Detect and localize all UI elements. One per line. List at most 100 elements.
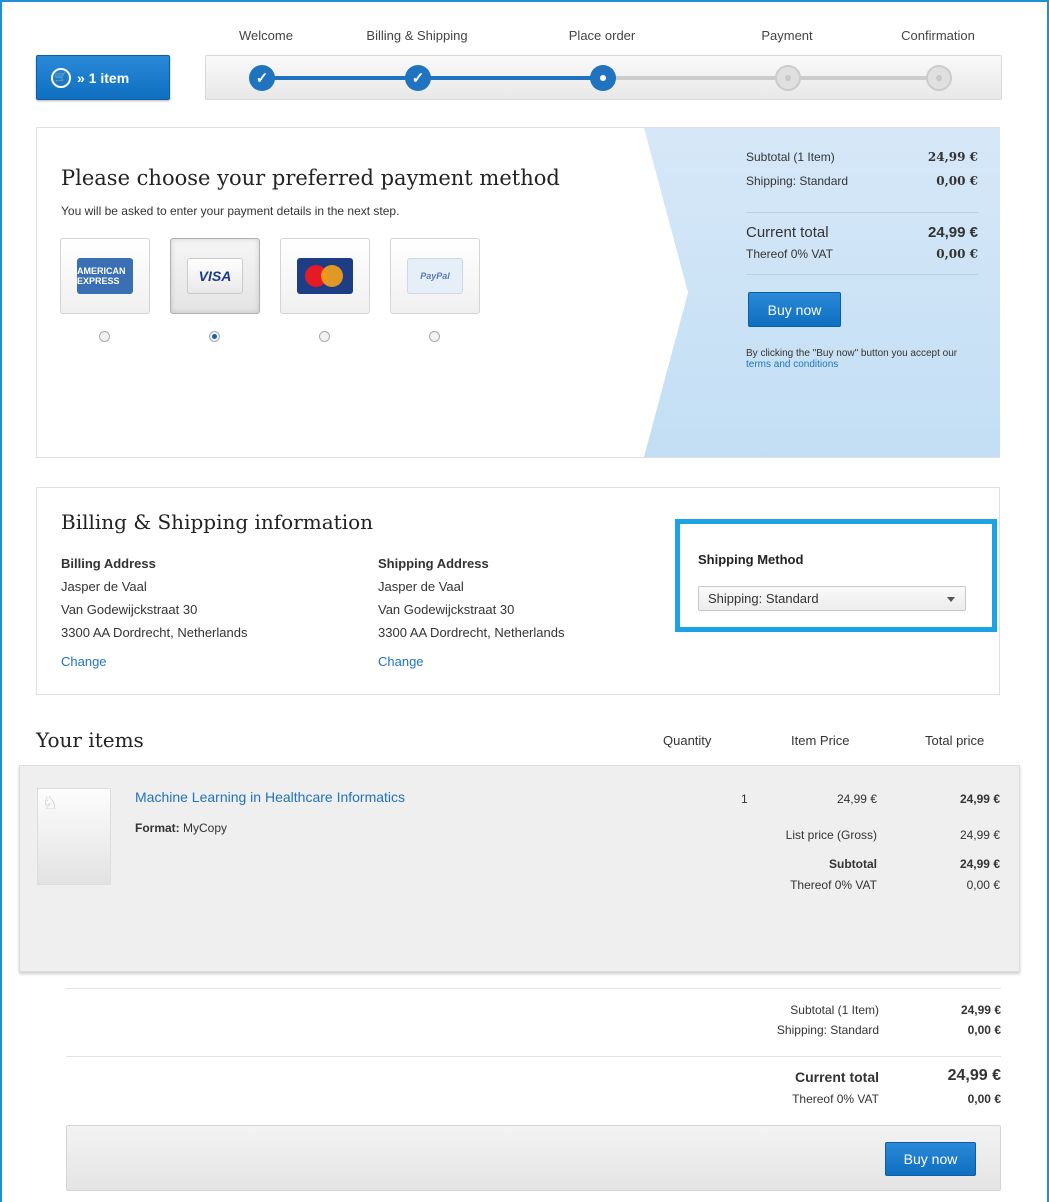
billing-city: 3300 AA Dordrecht, Netherlands <box>61 625 248 640</box>
bottom-action-bar: Buy now <box>66 1125 1001 1191</box>
billing-change-link[interactable]: Change <box>61 650 247 673</box>
summary-divider <box>746 212 978 213</box>
mastercard-logo <box>297 258 353 294</box>
summary-shipping-row: Shipping: Standard 0,00 € <box>746 174 978 188</box>
cart-button[interactable]: 🛒 » 1 item <box>36 55 170 100</box>
payment-subtitle: You will be asked to enter your payment … <box>61 204 400 218</box>
summary-subtotal-value: 24,99 € <box>927 150 978 164</box>
col-header-quantity: Quantity <box>663 733 712 748</box>
shipping-name: Jasper de Vaal <box>378 579 464 594</box>
paypal-logo: PayPal <box>407 258 463 294</box>
shipping-address-heading: Shipping Address <box>378 556 489 571</box>
summary-vat-value: 0,00 € <box>936 247 978 261</box>
order-summary: Subtotal (1 Item) 24,99 € Shipping: Stan… <box>644 128 1000 457</box>
step-node-payment <box>775 65 801 91</box>
item-vat-value: 0,00 € <box>966 878 1000 892</box>
shipping-method-label: Shipping Method <box>698 552 804 567</box>
col-header-total-price: Total price <box>925 733 985 748</box>
item-row: ♘ Machine Learning in Healthcare Informa… <box>19 765 1020 972</box>
shipping-change-link[interactable]: Change <box>378 650 564 673</box>
book-placeholder-icon: ♘ <box>42 793 59 813</box>
shipping-method-select[interactable]: Shipping: Standard <box>698 586 966 611</box>
billing-shipping-panel: Billing & Shipping information Billing A… <box>36 487 1000 695</box>
totals-divider-top <box>66 988 1001 989</box>
billing-title: Billing & Shipping information <box>61 510 374 534</box>
amex-logo: AMERICAN EXPRESS <box>77 258 133 294</box>
checkout-steps-labels: Welcome Billing & Shipping Place order P… <box>0 28 1049 48</box>
summary-vat-row: Thereof 0% VAT 0,00 € <box>746 247 978 261</box>
items-title: Your items <box>36 728 144 752</box>
step-label-welcome: Welcome <box>239 28 293 43</box>
progress-track-remaining <box>603 76 939 80</box>
summary-subtotal-row: Subtotal (1 Item) 24,99 € <box>746 150 978 164</box>
totals-vat-label: Thereof 0% VAT <box>792 1092 879 1106</box>
item-vat-label: Thereof 0% VAT <box>790 878 877 892</box>
progress-track-done <box>262 76 603 80</box>
buy-now-button-top[interactable]: Buy now <box>748 292 841 327</box>
cart-label: » 1 item <box>77 69 130 86</box>
totals-shipping-label: Shipping: Standard <box>776 1023 879 1037</box>
step-node-welcome[interactable]: ✓ <box>249 65 275 91</box>
summary-shipping-value: 0,00 € <box>936 174 978 188</box>
cart-icon: 🛒 <box>51 67 71 88</box>
item-quantity: 1 <box>741 792 748 806</box>
chevron-down-icon <box>947 597 955 602</box>
item-format: Format: MyCopy <box>135 821 227 835</box>
checkout-progress-bar: ✓ ✓ <box>205 55 1002 100</box>
step-node-confirmation <box>926 65 952 91</box>
summary-total-value: 24,99 € <box>927 224 978 241</box>
shipping-city: 3300 AA Dordrecht, Netherlands <box>378 625 565 640</box>
shipping-method-value: Shipping: Standard <box>708 591 819 606</box>
step-label-billing-shipping: Billing & Shipping <box>366 28 468 43</box>
billing-name: Jasper de Vaal <box>61 579 147 594</box>
summary-total-label: Current total <box>746 224 829 241</box>
payment-card-paypal[interactable]: PayPal <box>390 238 480 314</box>
shipping-street: Van Godewijckstraat 30 <box>378 602 515 617</box>
billing-address: Billing Address Jasper de Vaal Van Godew… <box>61 552 247 673</box>
item-total-price: 24,99 € <box>959 792 1000 806</box>
terms-link[interactable]: terms and conditions <box>746 359 838 370</box>
step-node-billing-shipping[interactable]: ✓ <box>405 65 431 91</box>
summary-shipping-label: Shipping: Standard <box>746 174 849 188</box>
summary-vat-label: Thereof 0% VAT <box>746 247 833 261</box>
billing-street: Van Godewijckstraat 30 <box>61 602 198 617</box>
shipping-address: Shipping Address Jasper de Vaal Van Gode… <box>378 552 564 673</box>
radio-mastercard[interactable] <box>319 331 330 342</box>
totals-vat-value: 0,00 € <box>967 1092 1001 1106</box>
summary-subtotal-label: Subtotal (1 Item) <box>746 150 835 164</box>
totals-subtotal-value: 24,99 € <box>960 1003 1001 1017</box>
totals-shipping-value: 0,00 € <box>967 1023 1001 1037</box>
payment-card-mastercard[interactable] <box>280 238 370 314</box>
payment-title: Please choose your preferred payment met… <box>61 166 560 190</box>
billing-address-heading: Billing Address <box>61 556 156 571</box>
item-format-value: MyCopy <box>183 821 228 835</box>
step-label-payment: Payment <box>761 28 813 43</box>
item-subtotal-label: Subtotal <box>829 857 877 871</box>
payment-card-visa[interactable]: VISA <box>170 238 260 314</box>
payment-method-panel: Please choose your preferred payment met… <box>36 127 1000 458</box>
totals-current-value: 24,99 € <box>947 1067 1001 1084</box>
visa-logo: VISA <box>187 258 243 294</box>
item-subtotal-value: 24,99 € <box>959 857 1000 871</box>
radio-paypal[interactable] <box>429 331 440 342</box>
item-format-label: Format: <box>135 821 180 835</box>
item-thumbnail: ♘ <box>37 788 111 885</box>
step-node-place-order <box>590 65 616 91</box>
radio-visa[interactable] <box>209 331 220 342</box>
item-unit-price: 24,99 € <box>836 792 877 806</box>
summary-divider-2 <box>746 274 978 275</box>
totals-current-label: Current total <box>795 1069 879 1085</box>
item-list-price-label: List price (Gross) <box>785 828 877 842</box>
totals-subtotal-label: Subtotal (1 Item) <box>790 1003 879 1017</box>
terms-prefix: By clicking the "Buy now" button you acc… <box>746 348 958 359</box>
step-label-place-order: Place order <box>568 28 636 43</box>
totals-divider-bottom <box>66 1056 1001 1057</box>
summary-total-row: Current total 24,99 € <box>746 224 978 241</box>
shipping-method-highlight: Shipping Method Shipping: Standard <box>675 519 997 632</box>
payment-card-amex[interactable]: AMERICAN EXPRESS <box>60 238 150 314</box>
terms-text: By clicking the "Buy now" button you acc… <box>746 348 966 370</box>
item-list-price-value: 24,99 € <box>959 828 1000 842</box>
radio-amex[interactable] <box>99 331 110 342</box>
item-name-link[interactable]: Machine Learning in Healthcare Informati… <box>135 789 405 805</box>
buy-now-button-bottom[interactable]: Buy now <box>885 1142 976 1176</box>
